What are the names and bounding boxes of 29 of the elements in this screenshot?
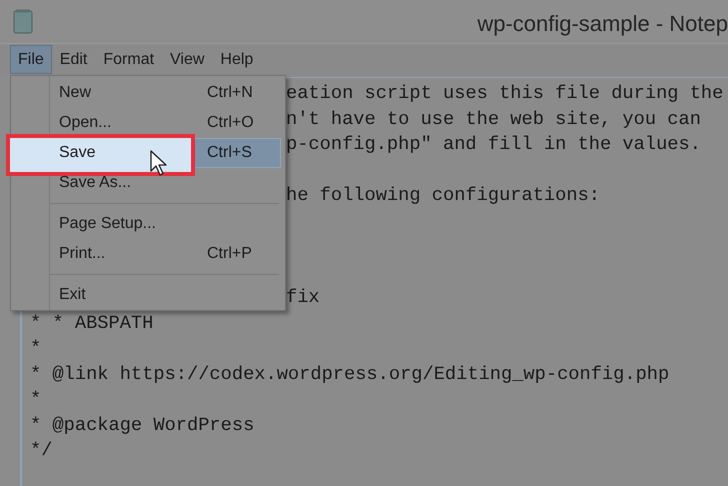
menu-bar-item[interactable]: File [10, 45, 52, 74]
code-line: p-config.php" and fill in the values. [286, 133, 701, 155]
notepad-icon [12, 9, 34, 34]
menu-item[interactable]: Page Setup... [51, 209, 281, 239]
code-line: * [30, 337, 42, 359]
menu-bar-item[interactable]: Format [95, 45, 162, 74]
code-line: eation script uses this file during the [286, 82, 724, 104]
shortcut-text: Ctrl+N [207, 83, 253, 103]
pointer-icon [150, 150, 168, 177]
code-line: * * ABSPATH [30, 312, 154, 334]
code-line: * @link https://codex.wordpress.org/Editing_wp-config.php [30, 362, 670, 384]
menu-bar-item[interactable]: View [162, 45, 212, 74]
code-line: n't have to use the web site, you can [286, 108, 701, 130]
code-line: fix [286, 286, 320, 308]
menu-item[interactable]: Save As... [51, 168, 281, 198]
code-line: */ [30, 439, 52, 461]
code-line: * @package WordPress [30, 414, 254, 436]
code-line: he following configurations: [286, 184, 600, 206]
menu-bar-item[interactable]: Help [212, 45, 262, 74]
window-title: wp-config-sample - Notep [477, 10, 728, 38]
menu-item[interactable]: Exit [51, 280, 281, 310]
shortcut-text: Ctrl+O [207, 113, 254, 133]
shortcut-text: Ctrl+P [207, 244, 252, 264]
menu-item[interactable]: Print... Ctrl+P [51, 239, 281, 269]
code-line: * [30, 388, 42, 410]
shortcut-text: Ctrl+S [207, 143, 252, 163]
menu-item[interactable]: Open... Ctrl+O [51, 108, 281, 138]
menu-bar-item[interactable]: Edit [52, 45, 96, 74]
menu-item[interactable]: New Ctrl+N [51, 78, 281, 108]
